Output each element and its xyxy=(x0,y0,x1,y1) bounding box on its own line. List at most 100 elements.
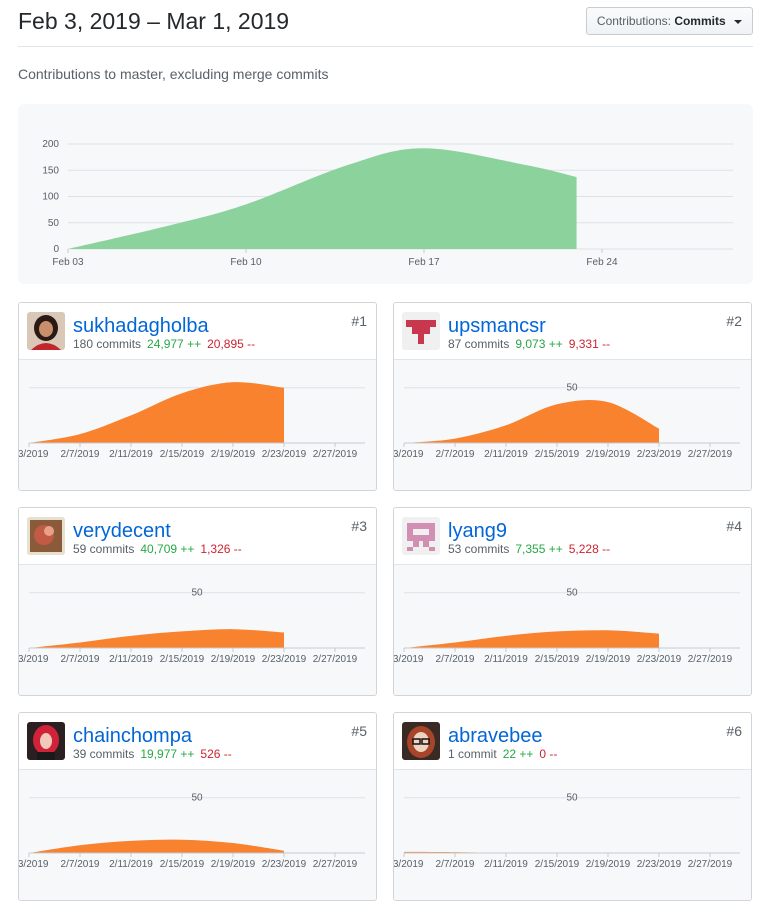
contributor-chart-svg: 50 2/3/2019 2/7/2019 2/11/2019 2/15/2019 2/19… xyxy=(19,793,365,870)
contributor-username-link[interactable]: chainchompa xyxy=(73,725,192,748)
deletions-count: 5,228 -- xyxy=(568,542,611,556)
contributor-username-link[interactable]: sukhadagholba xyxy=(73,315,209,338)
contributor-username-link[interactable]: lyang9 xyxy=(448,520,507,543)
avatar[interactable] xyxy=(402,722,440,760)
commit-count: 87 commits xyxy=(448,337,510,351)
x-tick-label: 2/7/2019 xyxy=(61,859,100,870)
date-range-title: Feb 3, 2019 – Mar 1, 2019 xyxy=(18,8,290,34)
x-tick-label: 2/23/2019 xyxy=(637,859,682,870)
contributor-chart: 50 2/3/2019 2/7/2019 2/11/2019 2/15/2019 2/19… xyxy=(19,770,376,900)
contributor-card-header: sukhadagholba 180 commits 24,977 ++ 20,895… xyxy=(19,303,376,360)
x-tick-label: 2/27/2019 xyxy=(313,449,358,460)
x-tick-label: 2/7/2019 xyxy=(436,449,475,460)
x-tick-label: 2/23/2019 xyxy=(637,449,682,460)
contributor-stats: 59 commits 40,709 ++ 1,326 -- xyxy=(73,542,242,556)
x-tick-label: 2/15/2019 xyxy=(535,859,580,870)
commits-area xyxy=(404,399,659,443)
x-tick-label: 2/3/2019 xyxy=(394,859,424,870)
commit-count: 59 commits xyxy=(73,542,135,556)
contributor-stats: 87 commits 9,073 ++ 9,331 -- xyxy=(448,337,610,351)
avatar[interactable] xyxy=(402,517,440,555)
contributor-card: upsmancsr 87 commits 9,073 ++ 9,331 -- #2 … xyxy=(393,302,752,491)
contributions-type-dropdown[interactable]: Contributions: Commits xyxy=(585,7,753,35)
contributor-rank: #1 xyxy=(351,313,367,329)
x-tick-label: 2/7/2019 xyxy=(61,449,100,460)
y-tick-label: 50 xyxy=(566,793,578,804)
x-tick-label: 2/23/2019 xyxy=(262,449,307,460)
avatar[interactable] xyxy=(27,312,65,350)
x-tick-label: 2/3/2019 xyxy=(394,654,424,665)
contributor-chart: 50 2/3/2019 2/7/2019 2/11/2019 2/15/2019 2/19… xyxy=(394,770,751,900)
x-tick-label: 2/3/2019 xyxy=(19,449,49,460)
x-tick-label: 2/19/2019 xyxy=(586,859,631,870)
commit-count: 53 commits xyxy=(448,542,510,556)
contributor-stats: 180 commits 24,977 ++ 20,895 -- xyxy=(73,337,255,351)
x-tick-label: 2/11/2019 xyxy=(484,859,528,870)
x-tick-label: 2/23/2019 xyxy=(262,859,307,870)
x-tick-label: Feb 03 xyxy=(52,257,84,268)
contributor-username-link[interactable]: upsmancsr xyxy=(448,315,546,338)
contributor-chart: 2/3/2019 2/7/2019 2/11/2019 2/15/2019 2/19/2… xyxy=(19,360,376,490)
commits-area xyxy=(68,148,577,249)
additions-count: 22 ++ xyxy=(502,747,534,761)
avatar[interactable] xyxy=(402,312,440,350)
identicon-avatar-icon xyxy=(402,517,440,555)
x-tick-label: Feb 24 xyxy=(586,257,618,268)
y-tick-label: 50 xyxy=(566,383,578,394)
contributor-rank: #3 xyxy=(351,518,367,534)
x-tick-label: 2/3/2019 xyxy=(19,654,49,665)
commits-area xyxy=(404,630,659,648)
avatar[interactable] xyxy=(27,517,65,555)
photo-avatar-icon xyxy=(27,722,65,760)
x-tick-label: 2/15/2019 xyxy=(535,449,580,460)
contributor-username-link[interactable]: abravebee xyxy=(448,725,543,748)
contributions-value: Commits xyxy=(674,14,726,28)
x-tick-label: Feb 10 xyxy=(230,257,262,268)
contributor-chart: 50 2/3/2019 2/7/2019 2/11/2019 2/15/2019 2/19… xyxy=(19,565,376,695)
additions-count: 7,355 ++ xyxy=(515,542,563,556)
deletions-count: 20,895 -- xyxy=(207,337,256,351)
contributor-chart-svg: 50 2/3/2019 2/7/2019 2/11/2019 2/15/2019 2/19… xyxy=(394,383,740,460)
x-tick-label: 2/11/2019 xyxy=(109,859,153,870)
contributor-chart-svg: 50 2/3/2019 2/7/2019 2/11/2019 2/15/2019 2/19… xyxy=(19,588,365,665)
contributor-rank: #6 xyxy=(726,723,742,739)
chart-subtitle: Contributions to master, excluding merge… xyxy=(18,66,329,82)
identicon-avatar-icon xyxy=(402,312,440,350)
contributor-rank: #4 xyxy=(726,518,742,534)
contributor-chart-svg: 50 2/3/2019 2/7/2019 2/11/2019 2/15/2019 2/19… xyxy=(394,588,740,665)
y-tick-label: 50 xyxy=(566,588,578,599)
contributor-rank: #2 xyxy=(726,313,742,329)
x-tick-label: 2/7/2019 xyxy=(436,654,475,665)
x-tick-label: 2/27/2019 xyxy=(688,859,733,870)
x-tick-label: 2/19/2019 xyxy=(211,859,256,870)
y-tick-label: 200 xyxy=(42,139,59,150)
commit-count: 39 commits xyxy=(73,747,135,761)
avatar[interactable] xyxy=(27,722,65,760)
photo-avatar-icon xyxy=(402,722,440,760)
x-tick-label: 2/11/2019 xyxy=(484,449,528,460)
contributor-card-header: verydecent 59 commits 40,709 ++ 1,326 -- #… xyxy=(19,508,376,565)
additions-count: 40,709 ++ xyxy=(140,542,195,556)
x-tick-label: 2/19/2019 xyxy=(586,654,631,665)
x-tick-label: 2/27/2019 xyxy=(313,859,358,870)
x-tick-label: 2/15/2019 xyxy=(160,654,205,665)
x-tick-label: Feb 17 xyxy=(408,257,440,268)
contributions-label: Contributions: xyxy=(596,14,671,28)
contributor-card: chainchompa 39 commits 19,977 ++ 526 -- #5… xyxy=(18,712,377,901)
overall-contributions-chart: 0 50 100 150 200 Feb 03 Feb 10 Feb 17 Feb 24 xyxy=(18,104,753,284)
contributor-card-header: lyang9 53 commits 7,355 ++ 5,228 -- #4 xyxy=(394,508,751,565)
contributor-username-link[interactable]: verydecent xyxy=(73,520,171,543)
x-tick-label: 2/27/2019 xyxy=(688,449,733,460)
contributor-card: abravebee 1 commit 22 ++ 0 -- #6 50 2/3/201… xyxy=(393,712,752,901)
x-tick-label: 2/23/2019 xyxy=(637,654,682,665)
x-tick-label: 2/19/2019 xyxy=(211,654,256,665)
x-tick-label: 2/15/2019 xyxy=(535,654,580,665)
commits-area xyxy=(29,629,284,648)
x-tick-label: 2/11/2019 xyxy=(109,654,153,665)
x-tick-label: 2/11/2019 xyxy=(109,449,153,460)
x-tick-label: 2/19/2019 xyxy=(211,449,256,460)
contributor-chart-svg: 2/3/2019 2/7/2019 2/11/2019 2/15/2019 2/19/2… xyxy=(19,382,365,460)
y-tick-label: 50 xyxy=(48,218,60,229)
contributor-card: verydecent 59 commits 40,709 ++ 1,326 -- #… xyxy=(18,507,377,696)
deletions-count: 0 -- xyxy=(539,747,558,761)
